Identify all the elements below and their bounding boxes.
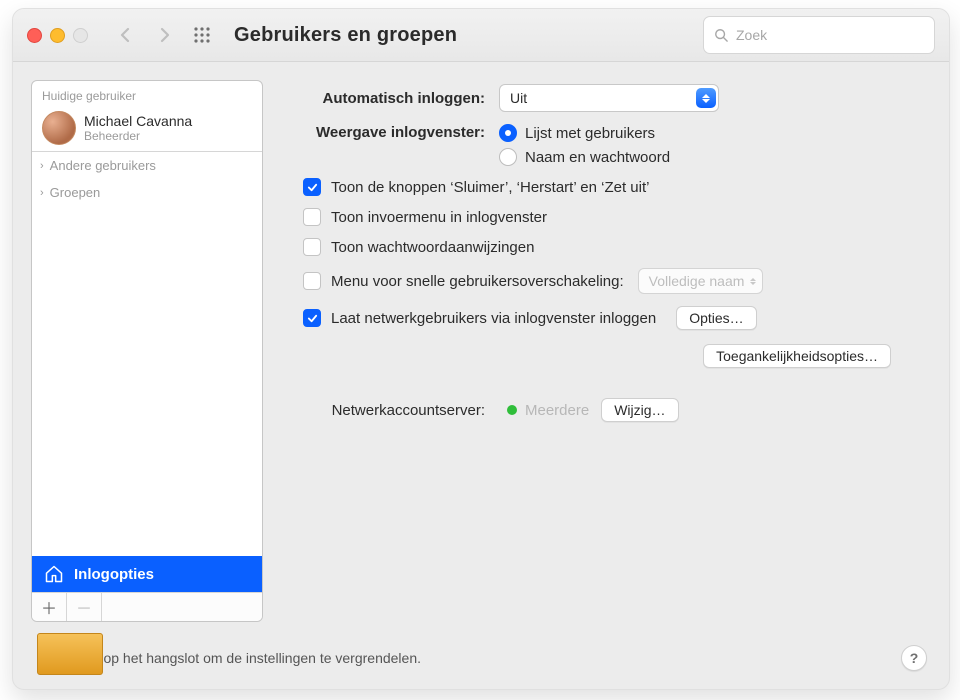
- search-field[interactable]: [703, 16, 935, 54]
- lock-bar: Klik op het hangslot om de instellingen …: [13, 626, 949, 689]
- checkbox-network-login[interactable]: Laat netwerkgebruikers via inlogvenster …: [303, 306, 925, 330]
- chevron-updown-icon: [750, 278, 756, 285]
- sidebar-item-groups[interactable]: › Groepen: [32, 179, 262, 206]
- window-controls: [27, 28, 88, 43]
- content-pane: Automatisch inloggen: Uit Weergave inlog…: [281, 80, 927, 622]
- user-name: Michael Cavanna: [84, 113, 192, 129]
- auto-login-popup[interactable]: Uit: [499, 84, 719, 112]
- checkbox-icon: [303, 272, 321, 290]
- forward-button[interactable]: [150, 21, 178, 49]
- radio-icon: [499, 148, 517, 166]
- remove-user-button[interactable]: －: [67, 593, 102, 621]
- sidebar-item-label: Andere gebruikers: [50, 158, 156, 173]
- radio-list-of-users[interactable]: Lijst met gebruikers: [499, 124, 670, 142]
- search-icon: [714, 28, 728, 42]
- lock-hint-text: Klik op het hangslot om de instellingen …: [77, 650, 421, 666]
- network-server-label: Netwerkaccountserver:: [285, 402, 485, 419]
- close-button[interactable]: [27, 28, 42, 43]
- search-input[interactable]: [734, 26, 924, 44]
- checkbox-icon: [303, 178, 321, 196]
- sidebar: Huidige gebruiker Michael Cavanna Beheer…: [31, 80, 263, 622]
- preferences-window: Gebruikers en groepen Huidige gebruiker …: [12, 8, 950, 690]
- login-display-radiogroup: Lijst met gebruikers Naam en wachtwoord: [499, 124, 670, 166]
- zoom-button[interactable]: [73, 28, 88, 43]
- minimize-button[interactable]: [50, 28, 65, 43]
- sidebar-item-label: Groepen: [50, 185, 101, 200]
- lock-icon[interactable]: [35, 641, 63, 675]
- help-button[interactable]: ?: [901, 645, 927, 671]
- user-role: Beheerder: [84, 129, 192, 143]
- show-all-button[interactable]: [188, 21, 216, 49]
- sidebar-item-other-users[interactable]: › Andere gebruikers: [32, 152, 262, 179]
- checkbox-icon: [303, 238, 321, 256]
- window-title: Gebruikers en groepen: [234, 24, 457, 47]
- back-button[interactable]: [112, 21, 140, 49]
- checkbox-password-hints[interactable]: Toon wachtwoordaanwijzingen: [303, 238, 925, 256]
- fast-switch-display-popup[interactable]: Volledige naam: [638, 268, 764, 294]
- sidebar-section-current: Huidige gebruiker: [32, 81, 262, 107]
- chevron-updown-icon: [696, 88, 716, 108]
- avatar: [42, 111, 76, 145]
- sidebar-item-login-options[interactable]: Inlogopties: [32, 556, 262, 592]
- titlebar: Gebruikers en groepen: [13, 9, 949, 62]
- radio-name-password[interactable]: Naam en wachtwoord: [499, 148, 670, 166]
- house-icon: [44, 564, 64, 584]
- auto-login-value: Uit: [510, 90, 527, 106]
- checkbox-icon: [303, 208, 321, 226]
- sidebar-footer: ＋ －: [32, 592, 262, 621]
- radio-icon: [499, 124, 517, 142]
- login-options-label: Inlogopties: [74, 566, 154, 583]
- accessibility-options-button[interactable]: Toegankelijkheidsopties…: [703, 344, 891, 368]
- chevron-right-icon: ›: [40, 187, 44, 199]
- current-user-row[interactable]: Michael Cavanna Beheerder: [32, 107, 262, 151]
- checkbox-icon: [303, 309, 321, 327]
- checkbox-input-menu[interactable]: Toon invoermenu in inlogvenster: [303, 208, 925, 226]
- checkbox-sleep-restart-shutdown[interactable]: Toon de knoppen ‘Sluimer’, ‘Herstart’ en…: [303, 178, 925, 196]
- status-dot-icon: [507, 405, 517, 415]
- add-user-button[interactable]: ＋: [32, 593, 67, 621]
- checkbox-fast-user-switching[interactable]: Menu voor snelle gebruikersoverschakelin…: [303, 268, 925, 294]
- network-login-options-button[interactable]: Opties…: [676, 306, 756, 330]
- network-server-value: Meerdere: [525, 402, 589, 419]
- login-display-label: Weergave inlogvenster:: [285, 124, 485, 141]
- chevron-right-icon: ›: [40, 160, 44, 172]
- edit-network-server-button[interactable]: Wijzig…: [601, 398, 678, 422]
- auto-login-label: Automatisch inloggen:: [285, 90, 485, 107]
